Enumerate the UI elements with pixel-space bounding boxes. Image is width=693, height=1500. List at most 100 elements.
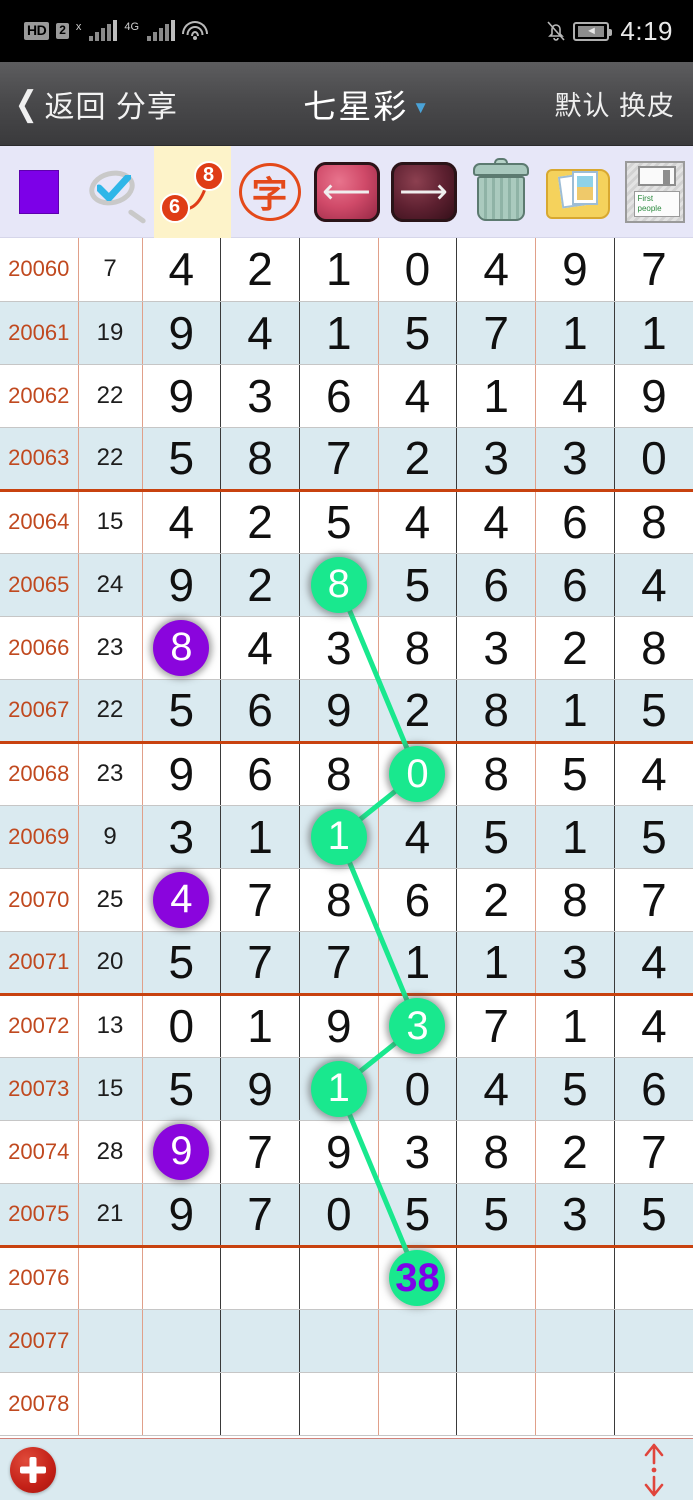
cell-digit[interactable]: 0 xyxy=(378,1057,458,1121)
cell-digit[interactable]: 9 xyxy=(142,742,222,806)
cell-digit[interactable]: 0 xyxy=(299,1183,379,1248)
cell-digit[interactable]: 9 xyxy=(220,1057,300,1121)
cell-digit[interactable]: 9 xyxy=(535,238,615,302)
cell-digit[interactable]: 1 xyxy=(220,994,300,1058)
title-dropdown[interactable]: 七星彩 ▼ xyxy=(303,80,429,128)
marker-green[interactable]: 0 xyxy=(389,746,446,802)
cell-digit[interactable]: 8 xyxy=(299,868,379,932)
table-row[interactable]: 200721301933714 xyxy=(0,994,693,1058)
cell-digit[interactable]: 9 xyxy=(142,364,222,428)
cell-digit[interactable] xyxy=(378,1372,458,1436)
cell-digit[interactable]: 9 xyxy=(142,553,222,617)
save-button[interactable]: First people xyxy=(616,146,693,238)
table-row[interactable]: 200731559110456 xyxy=(0,1057,693,1121)
cell-digit[interactable]: 8 xyxy=(299,742,379,806)
cell-digit[interactable]: 4 xyxy=(456,238,537,302)
table-row[interactable]: 20075 21 9 7 0 5 5 3 5 xyxy=(0,1183,693,1248)
prev-button[interactable]: ⟵ xyxy=(308,146,385,238)
cell-digit[interactable]: 3 xyxy=(456,427,537,492)
cell-digit[interactable]: 9 xyxy=(614,364,693,428)
cell-digit[interactable]: 2 xyxy=(535,1120,615,1184)
cell-digit[interactable]: 6 xyxy=(220,742,300,806)
cell-digit[interactable] xyxy=(535,1246,615,1310)
cell-digit[interactable]: 1 xyxy=(299,238,379,302)
up-down-arrows-icon[interactable] xyxy=(637,1443,671,1497)
cell-digit[interactable]: 8 xyxy=(378,616,458,680)
cell-digit[interactable]: 5 xyxy=(142,679,222,744)
cell-digit[interactable]: 7 xyxy=(220,931,300,996)
cell-digit[interactable]: 8 xyxy=(456,679,537,744)
cell-digit[interactable]: 6 xyxy=(220,679,300,744)
cell-digit[interactable]: 4 xyxy=(614,994,693,1058)
cell-digit[interactable]: 2 xyxy=(456,868,537,932)
cell-digit[interactable]: 7 xyxy=(614,1120,693,1184)
cell-digit[interactable]: 2 xyxy=(378,679,458,744)
cell-digit[interactable]: 88 xyxy=(142,616,222,680)
cell-digit[interactable]: 1 xyxy=(299,301,379,365)
cell-digit[interactable] xyxy=(378,1309,458,1373)
cell-digit[interactable]: 5 xyxy=(535,742,615,806)
cell-digit[interactable]: 3 xyxy=(220,364,300,428)
table-row[interactable]: 20064 15 4 2 5 4 4 6 8 xyxy=(0,490,693,554)
cell-digit[interactable]: 1 xyxy=(535,994,615,1058)
color-swatch-button[interactable] xyxy=(0,146,77,238)
cell-digit[interactable]: 1 xyxy=(614,301,693,365)
cell-digit[interactable]: 5 xyxy=(614,1183,693,1248)
cell-digit[interactable]: 1 xyxy=(456,364,537,428)
cell-digit[interactable]: 88 xyxy=(299,553,379,617)
cell-digit[interactable]: 5 xyxy=(456,1183,537,1248)
cell-digit[interactable]: 99 xyxy=(142,1120,222,1184)
cell-digit[interactable]: 5 xyxy=(378,1183,458,1248)
cell-digit[interactable]: 3 xyxy=(535,931,615,996)
cell-digit[interactable]: 4 xyxy=(378,490,458,554)
cell-digit[interactable]: 7 xyxy=(220,1120,300,1184)
cell-digit[interactable]: 6 xyxy=(535,490,615,554)
cell-digit[interactable]: 11 xyxy=(299,1057,379,1121)
cell-digit[interactable]: 8 xyxy=(614,490,693,554)
cell-digit[interactable] xyxy=(220,1372,300,1436)
cell-digit[interactable]: 6 xyxy=(299,364,379,428)
cell-digit[interactable]: 33 xyxy=(378,994,458,1058)
cell-digit[interactable]: 8 xyxy=(456,742,537,806)
cell-digit[interactable] xyxy=(142,1372,222,1436)
cell-digit[interactable]: 7 xyxy=(456,994,537,1058)
cell-digit[interactable]: 7 xyxy=(614,868,693,932)
cell-digit[interactable] xyxy=(142,1246,222,1310)
gallery-button[interactable] xyxy=(539,146,616,238)
cell-digit[interactable]: 9 xyxy=(142,1183,222,1248)
cell-digit[interactable]: 0 xyxy=(614,427,693,492)
cell-digit[interactable]: 5 xyxy=(299,490,379,554)
cell-digit[interactable] xyxy=(614,1246,693,1310)
link-numbers-button[interactable]: 8 6 xyxy=(154,145,231,238)
cell-digit[interactable]: 6 xyxy=(456,553,537,617)
cell-digit[interactable]: 9 xyxy=(299,994,379,1058)
table-row[interactable]: 200682396800854 xyxy=(0,742,693,806)
cell-digit[interactable]: 3 xyxy=(378,1120,458,1184)
table-row[interactable]: 20062 22 9 3 6 4 1 4 9 xyxy=(0,364,693,428)
marker-green[interactable]: 1 xyxy=(310,1060,367,1117)
cell-digit[interactable]: 5 xyxy=(142,1057,222,1121)
cell-digit[interactable]: 1 xyxy=(220,805,300,869)
cell-digit[interactable]: 7 xyxy=(299,427,379,492)
cell-digit[interactable]: 5 xyxy=(378,301,458,365)
table-row[interactable]: 20060 7 4 2 1 0 4 9 7 xyxy=(0,238,693,302)
cell-digit[interactable]: 4 xyxy=(614,742,693,806)
cell-digit[interactable]: 4 xyxy=(614,553,693,617)
back-button[interactable]: ❮ 返回 分享 xyxy=(10,82,178,126)
cell-digit[interactable]: 3 xyxy=(142,805,222,869)
table-row[interactable]: 20063 22 5 8 7 2 3 3 0 xyxy=(0,427,693,492)
cell-digit[interactable]: 4 xyxy=(220,301,300,365)
marker-purple[interactable]: 8 xyxy=(153,619,210,676)
cell-digit[interactable]: 5 xyxy=(142,931,222,996)
cell-digit[interactable]: 1 xyxy=(535,679,615,744)
cell-digit[interactable]: 11 xyxy=(299,805,379,869)
cell-digit[interactable] xyxy=(614,1309,693,1373)
cell-digit[interactable]: 1 xyxy=(535,301,615,365)
table-row[interactable]: 200652492885664 xyxy=(0,553,693,617)
cell-digit[interactable]: 7 xyxy=(456,301,537,365)
table-row[interactable]: 20076 38 xyxy=(0,1246,693,1310)
cell-digit[interactable] xyxy=(456,1309,537,1373)
cell-digit[interactable] xyxy=(142,1309,222,1373)
cell-digit[interactable]: 2 xyxy=(220,238,300,302)
cell-digit[interactable] xyxy=(456,1246,537,1310)
